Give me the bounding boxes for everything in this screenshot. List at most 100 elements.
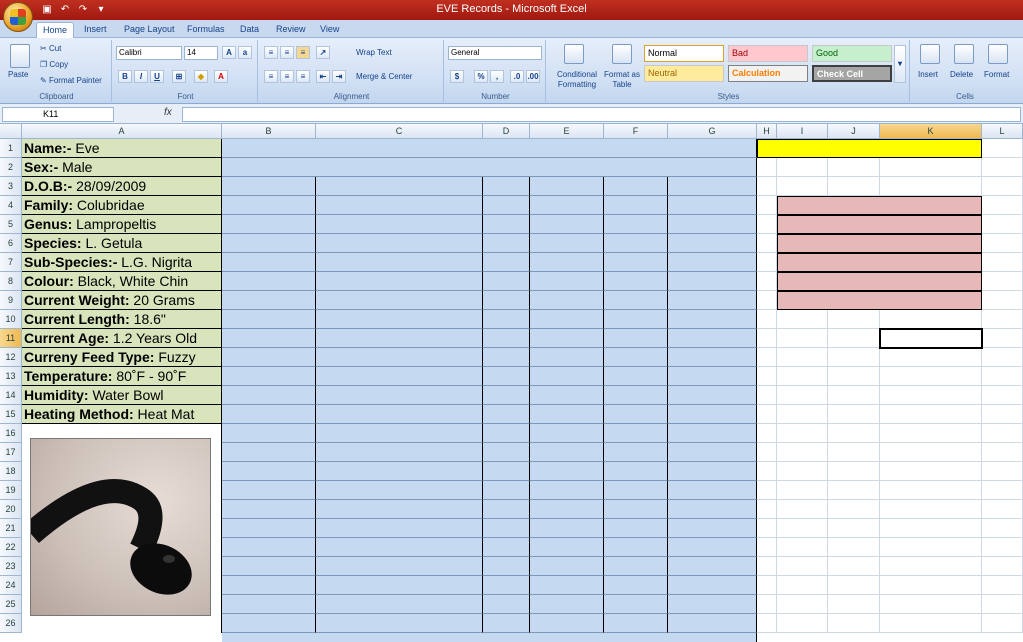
empty-cell[interactable] [668,424,757,443]
borders-button[interactable]: ⊞ [172,70,186,83]
profile-cell[interactable]: Sub-Species:- L.G. Nigrita [22,253,222,272]
underline-button[interactable]: U [150,70,164,83]
italic-button[interactable]: I [134,70,148,83]
feed-type[interactable] [316,291,483,310]
empty-cell[interactable] [668,519,757,538]
feed-date[interactable] [222,500,316,519]
empty-cell[interactable] [530,405,604,424]
empty-cell[interactable] [604,519,668,538]
feed-type[interactable] [316,576,483,595]
empty-cell[interactable] [530,272,604,291]
align-bottom-icon[interactable]: ≡ [296,46,310,59]
profile-cell[interactable]: Temperature: 80˚F - 90˚F [22,367,222,386]
profile-cell[interactable]: Sex:- Male [22,158,222,177]
empty-cell[interactable] [668,443,757,462]
row-header-9[interactable]: 9 [0,291,22,310]
align-center-icon[interactable]: ≡ [280,70,294,83]
feed-date[interactable] [222,367,316,386]
currency-icon[interactable]: $ [450,70,464,83]
merge-center-button[interactable]: Merge & Center [356,72,412,81]
shed-cell[interactable] [483,481,530,500]
style-calculation[interactable]: Calculation [728,65,808,82]
profile-cell[interactable]: Curreny Feed Type: Fuzzy [22,348,222,367]
empty-cell[interactable] [604,386,668,405]
feed-type[interactable] [316,595,483,614]
column-header-d[interactable]: D [483,124,530,139]
feed-date[interactable] [222,557,316,576]
empty-cell[interactable] [530,253,604,272]
empty-cell[interactable] [530,234,604,253]
empty-cell[interactable] [604,500,668,519]
profile-cell[interactable]: Colour: Black, White Chin [22,272,222,291]
align-middle-icon[interactable]: ≡ [280,46,294,59]
font-size-select[interactable]: 14 [184,46,218,60]
empty-cell[interactable] [530,538,604,557]
empty-cell[interactable] [668,538,757,557]
enclosure-info-cell[interactable] [777,253,982,272]
cut-button[interactable]: ✂ Cut [40,44,61,53]
empty-cell[interactable] [604,367,668,386]
empty-cell[interactable] [668,614,757,633]
selected-cell-k11[interactable] [879,328,983,349]
column-header-c[interactable]: C [316,124,483,139]
feed-date[interactable] [222,614,316,633]
empty-cell[interactable] [668,405,757,424]
empty-cell[interactable] [530,367,604,386]
empty-cell[interactable] [668,291,757,310]
shrink-font-button[interactable]: a [238,46,252,59]
empty-cell[interactable] [604,291,668,310]
row-header-19[interactable]: 19 [0,481,22,500]
style-normal[interactable]: Normal [644,45,724,62]
feed-date[interactable] [222,462,316,481]
font-name-select[interactable]: Calibri [116,46,182,60]
paste-button[interactable]: Paste [8,70,28,79]
empty-cell[interactable] [604,348,668,367]
feed-date[interactable] [222,538,316,557]
format-as-table-icon[interactable] [612,44,632,64]
row-header-16[interactable]: 16 [0,424,22,443]
worksheet-grid[interactable]: A B C D E F G H I J K L 1 2 3 4 5 6 7 8 9 10 11 12 13 14 15 16 17 18 1… [0,124,1023,642]
tab-view[interactable]: View [314,22,345,38]
row-header-12[interactable]: 12 [0,348,22,367]
column-header-g[interactable]: G [668,124,757,139]
format-cells-button[interactable]: Format [984,70,1009,79]
decrease-indent-icon[interactable]: ⇤ [316,70,330,83]
align-left-icon[interactable]: ≡ [264,70,278,83]
empty-cell[interactable] [604,272,668,291]
empty-cell[interactable] [530,576,604,595]
empty-cell[interactable] [604,234,668,253]
empty-cell[interactable] [530,519,604,538]
feed-type[interactable] [316,253,483,272]
conditional-formatting-button[interactable]: Conditional Formatting [552,70,602,90]
row-header-7[interactable]: 7 [0,253,22,272]
column-header-k[interactable]: K [880,124,982,139]
empty-cell[interactable] [604,538,668,557]
row-header-5[interactable]: 5 [0,215,22,234]
feed-type[interactable] [316,424,483,443]
shed-cell[interactable] [483,614,530,633]
empty-cell[interactable] [530,595,604,614]
name-box[interactable]: K11 [2,107,114,122]
empty-cell[interactable] [668,367,757,386]
profile-cell[interactable]: Name:- Eve [22,139,222,158]
tab-review[interactable]: Review [270,22,312,38]
number-format-select[interactable]: General [448,46,542,60]
empty-cell[interactable] [668,253,757,272]
shed-cell[interactable] [483,405,530,424]
feed-type[interactable] [316,500,483,519]
row-header-17[interactable]: 17 [0,443,22,462]
feed-date[interactable] [222,386,316,405]
empty-cell[interactable] [604,424,668,443]
wrap-text-button[interactable]: Wrap Text [356,48,392,57]
empty-cell[interactable] [604,329,668,348]
column-header-i[interactable]: I [777,124,828,139]
column-header-e[interactable]: E [530,124,604,139]
shed-cell[interactable] [483,538,530,557]
column-header-a[interactable]: A [22,124,222,139]
empty-cell[interactable] [668,329,757,348]
profile-cell[interactable]: Family: Colubridae [22,196,222,215]
empty-cell[interactable] [530,462,604,481]
empty-cell[interactable] [604,595,668,614]
empty-cell[interactable] [604,253,668,272]
empty-cell[interactable] [604,462,668,481]
